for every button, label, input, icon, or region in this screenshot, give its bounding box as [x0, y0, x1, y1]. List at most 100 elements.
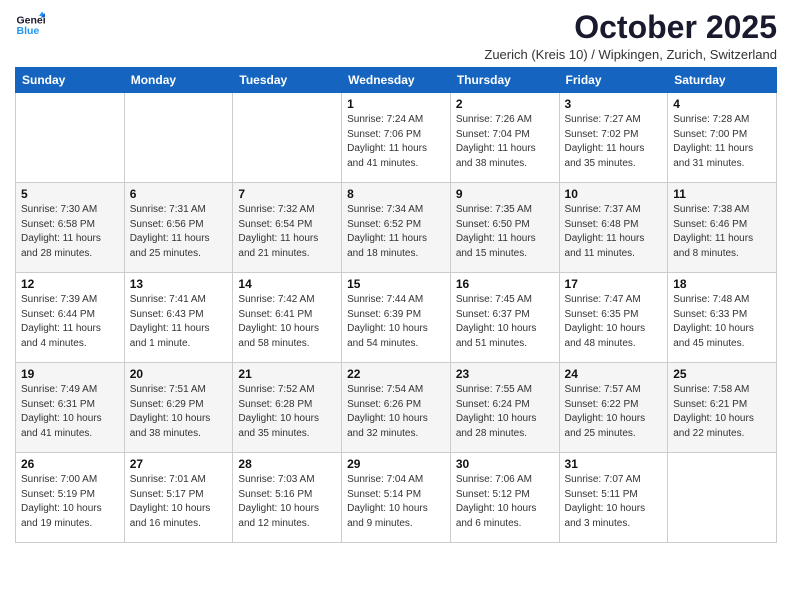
cell-date: 16: [456, 277, 554, 291]
cell-date: 18: [673, 277, 771, 291]
calendar-cell: 2 Sunrise: 7:26 AM Sunset: 7:04 PM Daylig…: [450, 93, 559, 183]
week-row-3: 12 Sunrise: 7:39 AM Sunset: 6:44 PM Dayli…: [16, 273, 777, 363]
title-area: October 2025 Zuerich (Kreis 10) / Wipkin…: [484, 10, 777, 62]
cell-info: Sunrise: 7:51 AM Sunset: 6:29 PM Dayligh…: [130, 383, 228, 441]
cell-info: Sunrise: 7:31 AM Sunset: 6:56 PM Dayligh…: [130, 203, 228, 261]
day-header-thursday: Thursday: [450, 68, 559, 93]
calendar-cell: 19Sunrise: 7:49 AM Sunset: 6:31 PM Dayli…: [16, 363, 125, 453]
cell-info: Sunrise: 7:47 AM Sunset: 6:35 PM Dayligh…: [565, 293, 663, 351]
cell-info: Sunrise: 7:04 AM Sunset: 5:14 PM Dayligh…: [347, 473, 445, 531]
calendar-cell: 10 Sunrise: 7:37 AM Sunset: 6:48 PM Dayli…: [559, 183, 668, 273]
calendar-cell: 3Sunrise: 7:27 AM Sunset: 7:02 PM Daylig…: [559, 93, 668, 183]
calendar-cell: 11 Sunrise: 7:38 AM Sunset: 6:46 PM Dayli…: [668, 183, 777, 273]
cell-info: Sunrise: 7:38 AM Sunset: 6:46 PM Dayligh…: [673, 203, 771, 261]
cell-info: Sunrise: 7:58 AM Sunset: 6:21 PM Dayligh…: [673, 383, 771, 441]
cell-date: 25: [673, 367, 771, 381]
week-row-5: 26 Sunrise: 7:00 AM Sunset: 5:19 PM Dayli…: [16, 453, 777, 543]
cell-date: 5: [21, 187, 119, 201]
cell-date: 6: [130, 187, 228, 201]
calendar-cell: 1 Sunrise: 7:24 AM Sunset: 7:06 PM Daylig…: [342, 93, 451, 183]
cell-date: 28: [238, 457, 336, 471]
calendar-cell: 20Sunrise: 7:51 AM Sunset: 6:29 PM Dayli…: [124, 363, 233, 453]
cell-date: 2: [456, 97, 554, 111]
calendar-cell: [16, 93, 125, 183]
cell-info: Sunrise: 7:52 AM Sunset: 6:28 PM Dayligh…: [238, 383, 336, 441]
calendar-cell: 28 Sunrise: 7:03 AM Sunset: 5:16 PM Dayli…: [233, 453, 342, 543]
cell-date: 12: [21, 277, 119, 291]
cell-info: Sunrise: 7:34 AM Sunset: 6:52 PM Dayligh…: [347, 203, 445, 261]
calendar-cell: 5 Sunrise: 7:30 AM Sunset: 6:58 PM Daylig…: [16, 183, 125, 273]
calendar-cell: 17Sunrise: 7:47 AM Sunset: 6:35 PM Dayli…: [559, 273, 668, 363]
cell-info: Sunrise: 7:44 AM Sunset: 6:39 PM Dayligh…: [347, 293, 445, 351]
day-header-friday: Friday: [559, 68, 668, 93]
cell-info: Sunrise: 7:54 AM Sunset: 6:26 PM Dayligh…: [347, 383, 445, 441]
cell-date: 11: [673, 187, 771, 201]
cell-date: 30: [456, 457, 554, 471]
day-header-sunday: Sunday: [16, 68, 125, 93]
cell-info: Sunrise: 7:55 AM Sunset: 6:24 PM Dayligh…: [456, 383, 554, 441]
cell-date: 9: [456, 187, 554, 201]
calendar-cell: 24Sunrise: 7:57 AM Sunset: 6:22 PM Dayli…: [559, 363, 668, 453]
cell-date: 23: [456, 367, 554, 381]
calendar-cell: 29 Sunrise: 7:04 AM Sunset: 5:14 PM Dayli…: [342, 453, 451, 543]
calendar-cell: 18 Sunrise: 7:48 AM Sunset: 6:33 PM Dayli…: [668, 273, 777, 363]
month-title: October 2025: [484, 10, 777, 45]
calendar-cell: 30 Sunrise: 7:06 AM Sunset: 5:12 PM Dayli…: [450, 453, 559, 543]
cell-info: Sunrise: 7:48 AM Sunset: 6:33 PM Dayligh…: [673, 293, 771, 351]
cell-info: Sunrise: 7:41 AM Sunset: 6:43 PM Dayligh…: [130, 293, 228, 351]
calendar-cell: 16 Sunrise: 7:45 AM Sunset: 6:37 PM Dayli…: [450, 273, 559, 363]
calendar-cell: 9Sunrise: 7:35 AM Sunset: 6:50 PM Daylig…: [450, 183, 559, 273]
week-row-2: 5 Sunrise: 7:30 AM Sunset: 6:58 PM Daylig…: [16, 183, 777, 273]
calendar-cell: 12 Sunrise: 7:39 AM Sunset: 6:44 PM Dayli…: [16, 273, 125, 363]
cell-info: Sunrise: 7:26 AM Sunset: 7:04 PM Dayligh…: [456, 113, 554, 171]
cell-info: Sunrise: 7:45 AM Sunset: 6:37 PM Dayligh…: [456, 293, 554, 351]
cell-date: 7: [238, 187, 336, 201]
cell-date: 21: [238, 367, 336, 381]
logo-icon: General Blue: [15, 10, 45, 40]
calendar-cell: 8 Sunrise: 7:34 AM Sunset: 6:52 PM Daylig…: [342, 183, 451, 273]
calendar-cell: 22 Sunrise: 7:54 AM Sunset: 6:26 PM Dayli…: [342, 363, 451, 453]
cell-date: 4: [673, 97, 771, 111]
cell-info: Sunrise: 7:30 AM Sunset: 6:58 PM Dayligh…: [21, 203, 119, 261]
cell-info: Sunrise: 7:00 AM Sunset: 5:19 PM Dayligh…: [21, 473, 119, 531]
cell-info: Sunrise: 7:28 AM Sunset: 7:00 PM Dayligh…: [673, 113, 771, 171]
day-header-monday: Monday: [124, 68, 233, 93]
calendar-cell: 14 Sunrise: 7:42 AM Sunset: 6:41 PM Dayli…: [233, 273, 342, 363]
calendar-cell: 21 Sunrise: 7:52 AM Sunset: 6:28 PM Dayli…: [233, 363, 342, 453]
cell-info: Sunrise: 7:07 AM Sunset: 5:11 PM Dayligh…: [565, 473, 663, 531]
cell-info: Sunrise: 7:24 AM Sunset: 7:06 PM Dayligh…: [347, 113, 445, 171]
cell-date: 1: [347, 97, 445, 111]
cell-date: 15: [347, 277, 445, 291]
cell-info: Sunrise: 7:03 AM Sunset: 5:16 PM Dayligh…: [238, 473, 336, 531]
header: General Blue October 2025 Zuerich (Kreis…: [15, 10, 777, 62]
cell-date: 26: [21, 457, 119, 471]
calendar-cell: 15 Sunrise: 7:44 AM Sunset: 6:39 PM Dayli…: [342, 273, 451, 363]
cell-info: Sunrise: 7:39 AM Sunset: 6:44 PM Dayligh…: [21, 293, 119, 351]
cell-date: 31: [565, 457, 663, 471]
cell-date: 14: [238, 277, 336, 291]
calendar-cell: 7 Sunrise: 7:32 AM Sunset: 6:54 PM Daylig…: [233, 183, 342, 273]
cell-date: 27: [130, 457, 228, 471]
cell-date: 13: [130, 277, 228, 291]
cell-info: Sunrise: 7:37 AM Sunset: 6:48 PM Dayligh…: [565, 203, 663, 261]
cell-info: Sunrise: 7:06 AM Sunset: 5:12 PM Dayligh…: [456, 473, 554, 531]
cell-date: 8: [347, 187, 445, 201]
cell-date: 29: [347, 457, 445, 471]
cell-date: 3: [565, 97, 663, 111]
header-row: SundayMondayTuesdayWednesdayThursdayFrid…: [16, 68, 777, 93]
cell-date: 22: [347, 367, 445, 381]
cell-info: Sunrise: 7:42 AM Sunset: 6:41 PM Dayligh…: [238, 293, 336, 351]
cell-info: Sunrise: 7:01 AM Sunset: 5:17 PM Dayligh…: [130, 473, 228, 531]
calendar-page: General Blue October 2025 Zuerich (Kreis…: [0, 0, 792, 558]
calendar-cell: 26 Sunrise: 7:00 AM Sunset: 5:19 PM Dayli…: [16, 453, 125, 543]
cell-info: Sunrise: 7:57 AM Sunset: 6:22 PM Dayligh…: [565, 383, 663, 441]
cell-date: 19: [21, 367, 119, 381]
calendar-cell: 31 Sunrise: 7:07 AM Sunset: 5:11 PM Dayli…: [559, 453, 668, 543]
calendar-cell: 13 Sunrise: 7:41 AM Sunset: 6:43 PM Dayli…: [124, 273, 233, 363]
calendar-cell: 27 Sunrise: 7:01 AM Sunset: 5:17 PM Dayli…: [124, 453, 233, 543]
svg-text:Blue: Blue: [17, 25, 40, 37]
cell-info: Sunrise: 7:32 AM Sunset: 6:54 PM Dayligh…: [238, 203, 336, 261]
cell-date: 10: [565, 187, 663, 201]
logo: General Blue: [15, 10, 45, 40]
week-row-4: 19Sunrise: 7:49 AM Sunset: 6:31 PM Dayli…: [16, 363, 777, 453]
